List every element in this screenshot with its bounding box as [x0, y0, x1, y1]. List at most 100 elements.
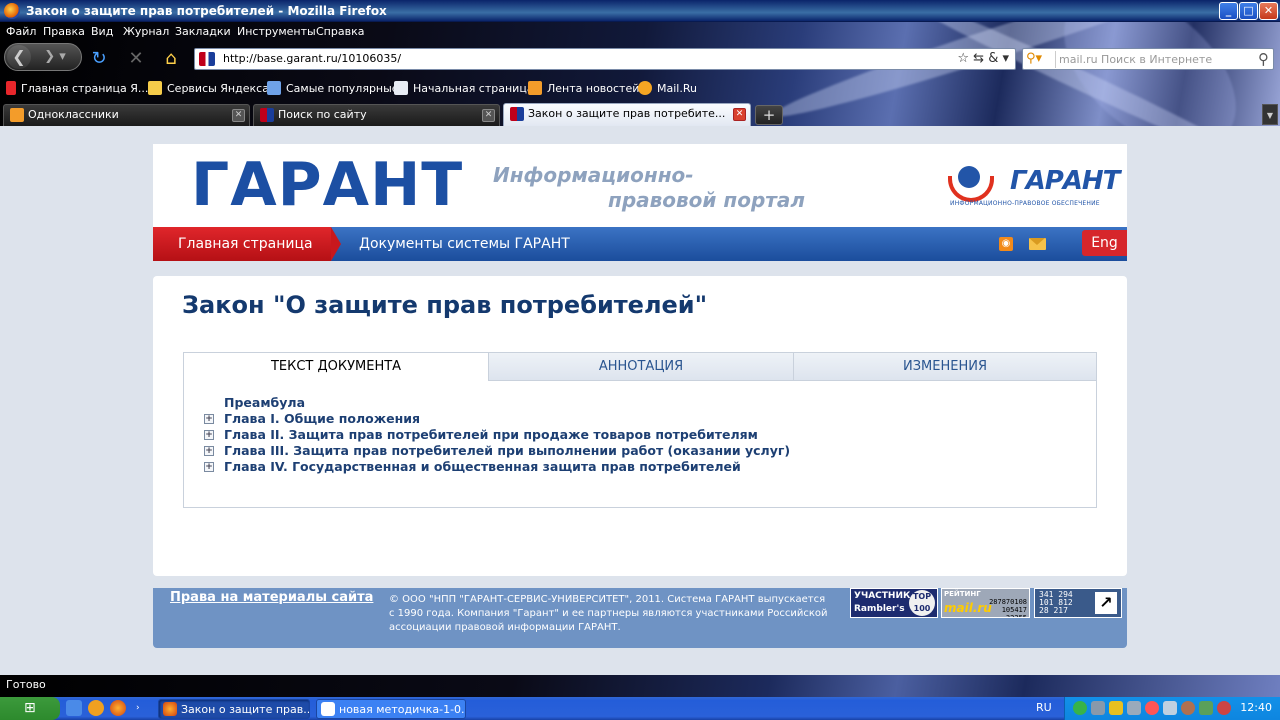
clock[interactable]: 12:40 [1240, 701, 1272, 714]
network-icon[interactable] [1091, 701, 1105, 715]
show-desktop-icon[interactable] [66, 700, 82, 716]
url-bar[interactable]: http://base.garant.ru/10106035/ ☆ ⇆ & ▾ [194, 48, 1016, 70]
maximize-button[interactable]: □ [1239, 2, 1258, 20]
stop-icon[interactable]: ✕ [125, 48, 147, 70]
tab-document-text[interactable]: ТЕКСТ ДОКУМЕНТА [184, 353, 488, 381]
expand-icon[interactable]: + [204, 446, 214, 456]
menu-history[interactable]: Журнал [123, 25, 169, 38]
bookmark-yandex[interactable]: Главная страница Я... [6, 81, 148, 97]
search-box[interactable]: ⚲▾ mail.ru Поиск в Интернете ⚲ [1022, 48, 1274, 70]
mail-icon[interactable] [1029, 238, 1046, 250]
firefox-quicklaunch-icon[interactable] [110, 700, 126, 716]
expand-icon[interactable]: + [204, 430, 214, 440]
toc-item-label[interactable]: Глава IV. Государственная и общественная… [224, 459, 741, 474]
tab-label: Одноклассники [28, 108, 119, 121]
reload-icon[interactable]: ↻ [88, 48, 110, 70]
search-input[interactable]: mail.ru Поиск в Интернете [1059, 53, 1212, 66]
garant-favicon [510, 107, 524, 121]
search-go-icon[interactable]: ⚲ [1258, 50, 1269, 68]
bookmark-popular[interactable]: Самые популярные [267, 81, 399, 97]
slogan-line-1: Информационно- [493, 163, 694, 187]
toc-item[interactable]: + Глава I. Общие положения [204, 411, 790, 427]
bookmark-news-feed[interactable]: Лента новостей [528, 81, 639, 97]
tray-utility-icon[interactable] [1181, 701, 1195, 715]
tab-site-search[interactable]: Поиск по сайту ✕ [253, 104, 500, 126]
garant-logo[interactable]: ГАРАНТ [191, 152, 463, 218]
tab-close-icon[interactable]: ✕ [232, 109, 245, 122]
language-indicator[interactable]: RU [1036, 701, 1052, 714]
security-shield-icon[interactable] [1109, 701, 1123, 715]
tab-changes[interactable]: ИЗМЕНЕНИЯ [793, 353, 1096, 381]
toc-item[interactable]: + Глава II. Защита прав потребителей при … [204, 427, 790, 443]
garant-brand-logo[interactable]: ГАРАНТ ИНФОРМАЦИОННО-ПРАВОВОЕ ОБЕСПЕЧЕНИ… [948, 166, 1120, 210]
site-nav: Главная страница Документы системы ГАРАН… [153, 227, 1127, 261]
menu-edit[interactable]: Правка [43, 25, 85, 38]
tab-consumer-law[interactable]: Закон о защите прав потребите... ✕ [503, 103, 751, 126]
bookmark-mailru[interactable]: Mail.Ru [638, 81, 697, 97]
start-button[interactable]: ⊞ [0, 697, 60, 720]
english-button[interactable]: Eng [1082, 230, 1127, 256]
url-bar-icons: ☆ ⇆ & ▾ [957, 51, 1009, 66]
menu-help[interactable]: Справка [316, 25, 364, 38]
tab-odnoklassniki[interactable]: Одноклассники ✕ [3, 104, 250, 126]
toc-item-label[interactable]: Преамбула [224, 395, 305, 410]
slogan-line-2: правовой портал [608, 188, 806, 212]
navigation-toolbar: ❮ ❯ ▾ ↻ ✕ ⌂ http://base.garant.ru/101060… [0, 40, 1280, 76]
menu-file[interactable]: Файл [6, 25, 36, 38]
badge-numbers: 341 294 101 812 28 217 [1039, 591, 1073, 615]
rights-link[interactable]: Права на материалы сайта [170, 590, 373, 605]
opera-tray-icon[interactable] [1217, 701, 1231, 715]
rss-icon[interactable]: ◉ [999, 237, 1013, 251]
nav-home-link[interactable]: Главная страница [153, 227, 341, 261]
taskbar-item-firefox[interactable]: Закон о защите прав... [158, 699, 310, 719]
toc-item[interactable]: Преамбула [204, 395, 790, 411]
bookmark-label: Начальная страница [413, 82, 534, 95]
close-button[interactable]: ✕ [1259, 2, 1278, 20]
new-tab-button[interactable]: + [755, 105, 783, 125]
expand-icon[interactable]: + [204, 414, 214, 424]
minimize-button[interactable]: _ [1219, 2, 1238, 20]
bookmark-yandex-services[interactable]: Сервисы Яндекса [148, 81, 269, 97]
menu-view[interactable]: Вид [91, 25, 113, 38]
tab-close-icon[interactable]: ✕ [733, 108, 746, 121]
back-button[interactable]: ❮ [7, 45, 31, 69]
toc-item-label[interactable]: Глава I. Общие положения [224, 411, 420, 426]
forward-button[interactable]: ❯ ▾ [35, 48, 75, 66]
opera-icon[interactable] [88, 700, 104, 716]
dropdown-icon[interactable]: ▾ [1002, 51, 1009, 66]
table-of-contents: Преамбула + Глава I. Общие положения + Гла… [204, 395, 790, 475]
mailru-icon [638, 81, 652, 95]
menu-tools[interactable]: Инструменты [237, 25, 316, 38]
mailru-rating-badge[interactable]: РЕЙТИНГ mail.ru 287870108 105417 32255 [941, 588, 1030, 618]
document-panel: Закон "О защите прав потребителей" ТЕКСТ… [153, 276, 1127, 576]
list-all-tabs-button[interactable]: ▼ [1262, 104, 1278, 125]
tab-close-icon[interactable]: ✕ [482, 109, 495, 122]
page-icon [394, 81, 408, 95]
toc-item-label[interactable]: Глава II. Защита прав потребителей при п… [224, 427, 758, 442]
search-engine-icon[interactable]: ⚲▾ [1026, 51, 1056, 68]
toc-item-label[interactable]: Глава III. Защита прав потребителей при … [224, 443, 790, 458]
ampersand-icon[interactable]: & [988, 51, 998, 66]
volume-icon[interactable] [1163, 701, 1177, 715]
menu-bookmarks[interactable]: Закладки [175, 25, 231, 38]
quicklaunch-more-icon[interactable]: › [136, 703, 144, 713]
translate-icon[interactable]: ⇆ [973, 51, 984, 66]
rambler-top100-badge[interactable]: УЧАСТНИК Rambler's TOP 100 [850, 588, 938, 618]
url-text[interactable]: http://base.garant.ru/10106035/ [223, 52, 401, 65]
liveinternet-counter-badge[interactable]: 341 294 101 812 28 217 ↗ [1034, 588, 1122, 618]
taskbar-item-word[interactable]: новая методичка-1-0... [316, 699, 466, 719]
tray-alert-icon[interactable] [1145, 701, 1159, 715]
toc-item[interactable]: + Глава III. Защита прав потребителей при… [204, 443, 790, 459]
toc-item[interactable]: + Глава IV. Государственная и общественна… [204, 459, 790, 475]
tray-device-icon[interactable] [1127, 701, 1141, 715]
tray-app-icon[interactable] [1073, 701, 1087, 715]
badge-number: 105417 [1001, 606, 1027, 614]
tab-annotation[interactable]: АННОТАЦИЯ [488, 353, 793, 381]
bookmark-start-page[interactable]: Начальная страница [394, 81, 534, 97]
home-icon[interactable]: ⌂ [160, 48, 182, 70]
folder-icon [148, 81, 162, 95]
expand-icon[interactable]: + [204, 462, 214, 472]
star-icon[interactable]: ☆ [957, 51, 969, 66]
tray-download-icon[interactable] [1199, 701, 1213, 715]
nav-documents-link[interactable]: Документы системы ГАРАНТ [359, 227, 570, 261]
